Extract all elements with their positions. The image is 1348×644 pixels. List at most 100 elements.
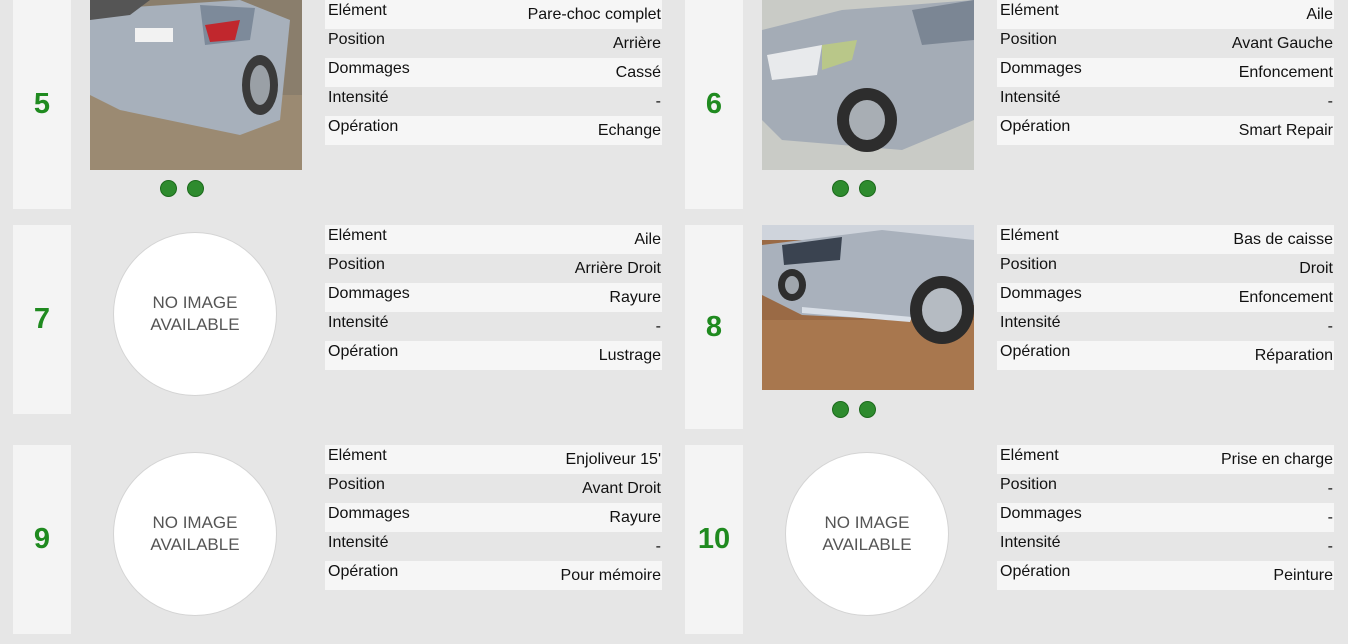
detail-row-operation: Opération Smart Repair <box>997 116 1334 145</box>
damage-number: 7 <box>13 225 71 414</box>
detail-row-intensity: Intensité - <box>325 87 662 116</box>
damage-details-table: Elément Bas de caisse Position Droit Domma… <box>997 225 1334 370</box>
detail-value: - <box>1327 93 1333 110</box>
detail-value: Peinture <box>1273 567 1333 584</box>
detail-row-position: Position Avant Droit <box>325 474 662 503</box>
damage-number: 8 <box>685 225 743 429</box>
pagination-dot[interactable] <box>832 401 849 418</box>
image-pagination <box>832 401 892 419</box>
damage-photo[interactable] <box>90 0 302 170</box>
detail-value: Pour mémoire <box>560 567 661 584</box>
detail-label: Elément <box>1000 447 1059 464</box>
damage-details-table: Elément Prise en charge Position - Dommage… <box>997 445 1334 590</box>
detail-row-intensity: Intensité - <box>325 532 662 561</box>
detail-value: - <box>1327 538 1333 555</box>
damage-details-table: Elément Enjoliveur 15' Position Avant Droi… <box>325 445 662 590</box>
detail-value: Enjoliveur 15' <box>565 451 661 468</box>
detail-row-intensity: Intensité - <box>997 532 1334 561</box>
image-pagination <box>832 180 892 198</box>
detail-row-element: Elément Prise en charge <box>997 445 1334 474</box>
detail-row-position: Position Droit <box>997 254 1334 283</box>
pagination-dot[interactable] <box>859 180 876 197</box>
no-image-text: AVAILABLE <box>150 315 240 334</box>
detail-value: Smart Repair <box>1238 122 1333 139</box>
detail-label: Elément <box>1000 227 1059 244</box>
no-image-text: NO IMAGE <box>152 513 238 532</box>
pagination-dot[interactable] <box>160 180 177 197</box>
no-image-placeholder: NO IMAGE AVAILABLE <box>785 452 949 616</box>
detail-row-element: Elément Enjoliveur 15' <box>325 445 662 474</box>
no-image-placeholder: NO IMAGE AVAILABLE <box>113 232 277 396</box>
pagination-dot[interactable] <box>859 401 876 418</box>
detail-row-damage: Dommages Enfoncement <box>997 58 1334 87</box>
detail-row-intensity: Intensité - <box>997 312 1334 341</box>
damage-details-table: Elément Aile Position Avant Gauche Dommage… <box>997 0 1334 145</box>
detail-label: Dommages <box>1000 285 1082 302</box>
detail-label: Intensité <box>328 534 389 551</box>
no-image-text: NO IMAGE <box>824 513 910 532</box>
detail-value: Avant Gauche <box>1231 35 1333 52</box>
detail-row-intensity: Intensité - <box>325 312 662 341</box>
no-image-text: NO IMAGE <box>152 293 238 312</box>
damage-photo[interactable] <box>762 225 974 390</box>
detail-value: Arrière <box>612 35 661 52</box>
detail-value: Enfoncement <box>1238 64 1333 81</box>
detail-label: Position <box>1000 256 1057 273</box>
detail-label: Dommages <box>1000 60 1082 77</box>
detail-row-position: Position Arrière Droit <box>325 254 662 283</box>
car-rear-photo <box>90 0 302 170</box>
detail-label: Dommages <box>1000 505 1082 522</box>
detail-row-damage: Dommages Rayure <box>325 503 662 532</box>
detail-label: Opération <box>1000 118 1071 135</box>
detail-value: Aile <box>634 231 661 248</box>
no-image-placeholder: NO IMAGE AVAILABLE <box>113 452 277 616</box>
detail-label: Position <box>1000 476 1057 493</box>
detail-row-element: Elément Aile <box>997 0 1334 29</box>
detail-row-damage: Dommages - <box>997 503 1334 532</box>
detail-value: Pare-choc complet <box>527 6 661 23</box>
detail-label: Intensité <box>328 89 389 106</box>
detail-value: Aile <box>1306 6 1333 23</box>
detail-row-element: Elément Pare-choc complet <box>325 0 662 29</box>
detail-value: Arrière Droit <box>574 260 661 277</box>
damage-number: 10 <box>685 445 743 634</box>
detail-label: Intensité <box>328 314 389 331</box>
no-image-text: AVAILABLE <box>822 535 912 554</box>
detail-value: Echange <box>597 122 661 139</box>
detail-label: Dommages <box>328 505 410 522</box>
detail-label: Position <box>328 256 385 273</box>
detail-row-element: Elément Aile <box>325 225 662 254</box>
detail-value: Enfoncement <box>1238 289 1333 306</box>
detail-value: - <box>1327 318 1333 335</box>
detail-row-position: Position - <box>997 474 1334 503</box>
detail-label: Intensité <box>1000 89 1061 106</box>
detail-row-damage: Dommages Cassé <box>325 58 662 87</box>
detail-row-intensity: Intensité - <box>997 87 1334 116</box>
pagination-dot[interactable] <box>187 180 204 197</box>
detail-value: - <box>655 93 661 110</box>
detail-label: Elément <box>1000 2 1059 19</box>
damage-number: 5 <box>13 0 71 209</box>
car-front-photo <box>762 0 974 170</box>
pagination-dot[interactable] <box>832 180 849 197</box>
detail-value: Lustrage <box>598 347 661 364</box>
damage-details-table: Elément Aile Position Arrière Droit Dommag… <box>325 225 662 370</box>
damage-number: 9 <box>13 445 71 634</box>
damage-number: 6 <box>685 0 743 209</box>
detail-label: Dommages <box>328 60 410 77</box>
detail-row-position: Position Arrière <box>325 29 662 58</box>
detail-value: - <box>655 318 661 335</box>
detail-row-operation: Opération Réparation <box>997 341 1334 370</box>
detail-row-operation: Opération Lustrage <box>325 341 662 370</box>
detail-label: Opération <box>328 343 399 360</box>
detail-label: Position <box>1000 31 1057 48</box>
detail-label: Elément <box>328 227 387 244</box>
detail-value: Bas de caisse <box>1233 231 1333 248</box>
car-side-photo <box>762 225 974 390</box>
damage-photo[interactable] <box>762 0 974 170</box>
detail-value: Réparation <box>1254 347 1333 364</box>
detail-row-operation: Opération Pour mémoire <box>325 561 662 590</box>
detail-value: Avant Droit <box>582 480 661 497</box>
detail-row-damage: Dommages Rayure <box>325 283 662 312</box>
detail-label: Intensité <box>1000 534 1061 551</box>
